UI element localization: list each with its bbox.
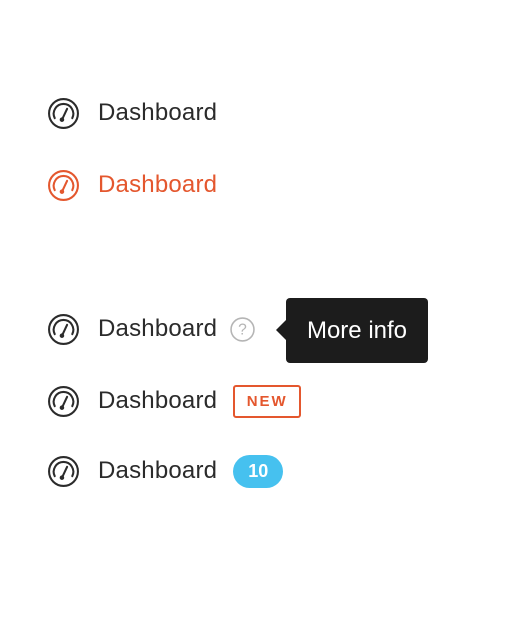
- nav-item-label: Dashboard: [98, 315, 218, 342]
- dashboard-gauge-icon: [47, 169, 80, 202]
- dashboard-gauge-icon: [47, 313, 80, 346]
- new-badge: NEW: [233, 384, 302, 418]
- tooltip: More info: [276, 298, 428, 363]
- nav-item-dashboard-new[interactable]: Dashboard NEW: [47, 384, 302, 418]
- svg-text:?: ?: [238, 321, 247, 338]
- nav-item-dashboard-active[interactable]: Dashboard: [47, 168, 217, 202]
- question-circle-icon[interactable]: ?: [230, 316, 255, 342]
- nav-item-label: Dashboard: [98, 457, 218, 484]
- nav-item-dashboard[interactable]: Dashboard: [47, 96, 217, 130]
- nav-item-label: Dashboard: [98, 99, 218, 126]
- dashboard-gauge-icon: [47, 455, 80, 488]
- nav-item-dashboard-count[interactable]: Dashboard 10: [47, 454, 284, 488]
- nav-item-label: Dashboard: [98, 387, 218, 414]
- dashboard-gauge-icon: [47, 97, 80, 130]
- count-badge: 10: [233, 454, 284, 488]
- nav-item-dashboard-with-help[interactable]: Dashboard ?: [47, 312, 255, 346]
- dashboard-gauge-icon: [47, 385, 80, 418]
- nav-item-label: Dashboard: [98, 171, 218, 198]
